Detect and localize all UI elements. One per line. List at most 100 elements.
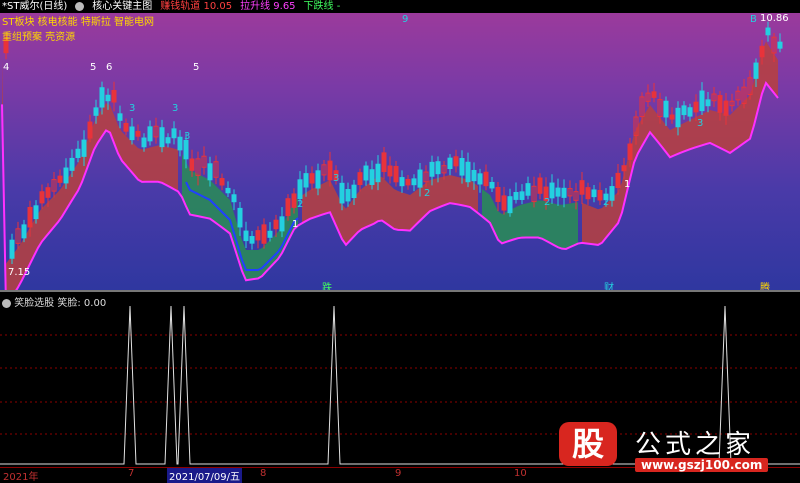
candle-body	[99, 87, 105, 108]
candle-body	[495, 186, 501, 202]
candle-body	[627, 143, 633, 160]
date-month-8: 8	[260, 468, 267, 479]
candle-body	[651, 91, 657, 98]
candle-body	[345, 189, 351, 202]
count-2a: 2	[297, 199, 304, 210]
candle-body	[465, 161, 471, 183]
count-2d: 2	[603, 197, 610, 208]
candle-body	[759, 45, 765, 58]
price-low-label: 7.15	[8, 267, 31, 278]
candle-body	[375, 163, 381, 183]
candle-body	[105, 94, 111, 102]
indicator-name[interactable]: 笑脸选股	[14, 298, 54, 309]
line1-readout: 赚钱轨道 10.05	[160, 1, 233, 12]
date-month-7: 7	[128, 468, 135, 479]
candle-body	[723, 100, 729, 116]
main-chart-pane[interactable]: *ST威尔(日线) 核心关键主图 赚钱轨道 10.05 拉升线 9.65 下跌线…	[0, 0, 800, 294]
candle-body	[453, 156, 459, 167]
candle-body	[183, 139, 189, 160]
candle-body	[597, 190, 603, 201]
site-logo: 股 公式之家 www.gszj100.com	[555, 420, 800, 480]
candle-body	[9, 239, 15, 259]
marker-5a: 5	[90, 62, 97, 73]
candle-body	[75, 148, 81, 158]
candle-body	[327, 160, 333, 181]
count-3d: 3	[333, 173, 340, 184]
candle-body	[177, 136, 183, 151]
candle-body	[687, 107, 693, 117]
marker-b: B	[750, 14, 757, 25]
candle-body	[303, 173, 309, 188]
candle-body	[777, 41, 783, 49]
candle-body	[393, 165, 399, 183]
count-1b: 1	[624, 179, 631, 190]
candle-body	[141, 137, 147, 148]
candle-body	[501, 195, 507, 211]
candle-body	[477, 173, 483, 185]
candle-body	[81, 139, 87, 157]
candle-body	[519, 191, 525, 200]
candle-body	[387, 165, 393, 177]
date-month-9: 9	[395, 468, 402, 479]
candle-body	[411, 178, 417, 186]
candle-body	[249, 236, 255, 244]
indicator-settings-icon[interactable]	[2, 298, 11, 308]
candle-body	[315, 170, 321, 189]
count-3e: 3	[697, 118, 704, 129]
date-month-10: 10	[514, 468, 527, 479]
logo-name: 公式之家	[635, 430, 756, 460]
candle-body	[579, 180, 585, 195]
candle-body	[279, 216, 285, 232]
count-3b: 3	[172, 103, 179, 114]
line2-readout: 拉升线 9.65	[240, 1, 296, 12]
candle-body	[507, 196, 513, 214]
candle-body	[255, 230, 261, 241]
indicator-title: 笑脸选股 笑脸: 0.00	[2, 294, 106, 309]
candle-body	[537, 177, 543, 194]
candle-body	[399, 177, 405, 187]
candle-body	[585, 187, 591, 200]
candle-body	[45, 187, 51, 198]
candle-body	[549, 182, 555, 199]
candle-body	[363, 165, 369, 181]
ticker-title[interactable]: *ST威尔(日线)	[2, 0, 67, 13]
sector-tags: ST板块 核电核能 特斯拉 智能电网 重组预案 壳资源	[2, 15, 154, 45]
candle-body	[483, 171, 489, 187]
band-red-3	[582, 41, 778, 245]
candle-body	[87, 121, 93, 139]
candle-body	[33, 205, 39, 220]
sector-tags-line1: ST板块 核电核能 特斯拉 智能电网	[2, 17, 154, 28]
candle-body	[219, 178, 225, 186]
main-chart-name[interactable]: 核心关键主图	[92, 0, 152, 13]
candle-body	[111, 89, 117, 103]
marker-6: 6	[106, 62, 113, 73]
candle-body	[21, 224, 27, 239]
candle-body	[417, 169, 423, 188]
candle-body	[39, 191, 45, 204]
band-red-2	[302, 175, 478, 245]
candle-body	[165, 137, 171, 144]
candle-body	[429, 161, 435, 177]
candle-body	[717, 95, 723, 113]
count-3c: 3	[184, 131, 191, 142]
candle-body	[675, 107, 681, 128]
count-3a: 3	[129, 103, 136, 114]
count-2b: 2	[424, 188, 431, 199]
sector-tags-line2: 重组预案 壳资源	[2, 32, 76, 43]
candle-body	[765, 27, 771, 36]
candle-body	[273, 219, 279, 230]
candle-body	[753, 62, 759, 79]
candle-body	[93, 107, 99, 116]
candle-body	[435, 161, 441, 175]
candle-body	[561, 187, 567, 198]
count-2c: 2	[544, 197, 551, 208]
marker-5b: 5	[193, 62, 200, 73]
candle-body	[297, 179, 303, 200]
candle-body	[117, 113, 123, 121]
candle-body	[135, 130, 141, 137]
candle-body	[261, 224, 267, 244]
candle-body	[171, 128, 177, 139]
candle-body	[339, 182, 345, 204]
settings-icon[interactable]	[75, 0, 85, 13]
candle-body	[615, 172, 621, 189]
